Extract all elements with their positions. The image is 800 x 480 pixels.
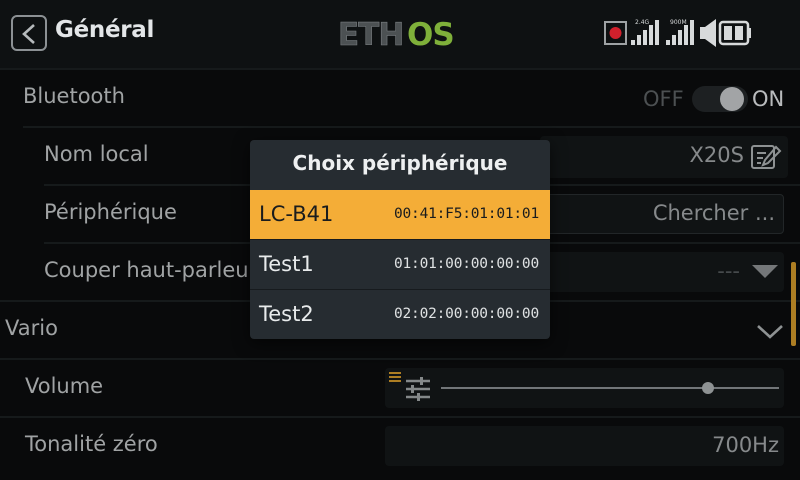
battery-icon	[718, 20, 751, 46]
ethos-logo: ETH OS	[338, 17, 455, 50]
back-button[interactable]	[11, 15, 47, 51]
device-address: 02:02:00:00:00:00	[393, 306, 539, 322]
svg-text:900M: 900M	[670, 19, 687, 26]
device-address: 01:01:00:00:00:00	[393, 256, 539, 272]
peripheral-choice-dialog: Choix périphérique LC-B41 00:41:F5:01:01…	[250, 140, 550, 339]
speaker-icon	[700, 19, 716, 47]
signal-900m-icon: 900M	[666, 19, 694, 45]
device-name: Test2	[259, 302, 314, 326]
svg-text:ETH: ETH	[338, 17, 403, 50]
device-list-item[interactable]: Test2 02:02:00:00:00:00	[250, 290, 550, 339]
device-list-item[interactable]: Test1 01:01:00:00:00:00	[250, 240, 550, 289]
device-name: LC-B41	[259, 202, 334, 226]
device-list-item[interactable]: LC-B41 00:41:F5:01:01:01	[250, 190, 550, 239]
device-address: 00:41:F5:01:01:01	[393, 206, 539, 222]
svg-text:OS: OS	[407, 17, 454, 50]
page-title: Général	[55, 17, 155, 43]
device-name: Test1	[259, 252, 314, 276]
dialog-title: Choix périphérique	[292, 151, 508, 175]
svg-text:2.4G: 2.4G	[635, 19, 650, 26]
status-icons: 2.4G 900M	[604, 19, 751, 47]
record-icon	[604, 21, 627, 45]
chevron-left-icon	[22, 24, 35, 44]
signal-2g4-icon: 2.4G	[631, 19, 659, 45]
header-bar: Général ETH OS 2.4G 900M	[0, 0, 800, 68]
